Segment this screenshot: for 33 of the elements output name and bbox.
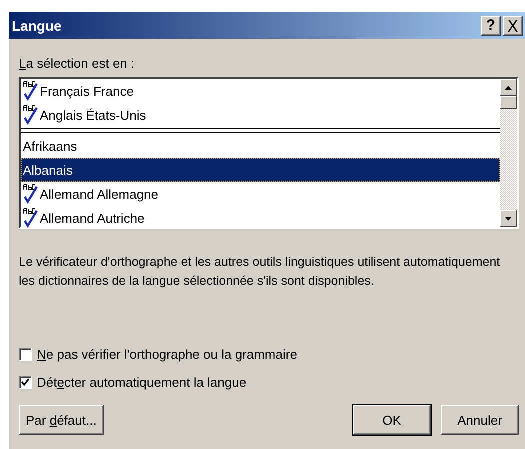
close-button[interactable]: X [503, 16, 523, 36]
language-name: Français France [40, 84, 134, 98]
language-option[interactable]: Français France [21, 79, 500, 103]
language-name: Anglais États-Unis [40, 108, 146, 122]
scrollbar[interactable] [500, 79, 517, 227]
language-option[interactable]: Allemand Allemagne [21, 182, 500, 206]
language-name: Allemand Allemagne [40, 186, 159, 202]
spellcheck-icon [23, 208, 39, 228]
scroll-down-icon[interactable] [505, 216, 512, 220]
language-name: Albanais [23, 162, 73, 178]
checkbox-label: Détecter automatiquement la langue [37, 374, 247, 390]
language-option[interactable]: Allemand Autriche [21, 206, 500, 230]
help-button[interactable]: ? [481, 16, 501, 36]
spellcheck-icon [23, 105, 39, 125]
spellcheck-icon [23, 81, 39, 101]
ok-button[interactable]: OK [353, 405, 431, 435]
cancel-button[interactable]: Annuler [441, 405, 519, 435]
language-name: Allemand Autriche [40, 210, 145, 226]
window-title: Langue [12, 18, 63, 34]
defaults-button[interactable]: Par défaut... [19, 405, 104, 435]
language-option[interactable]: Afrikaans [21, 134, 500, 158]
checkbox-label: Ne pas vérifier l'orthographe ou la grammaire [37, 346, 298, 362]
checkbox[interactable] [19, 348, 32, 360]
language-name: Afrikaans [23, 138, 78, 154]
scroll-up-icon[interactable] [505, 86, 512, 90]
checkbox[interactable] [19, 376, 32, 388]
language-option[interactable]: Albanais [21, 158, 500, 182]
language-list[interactable]: Français France Anglais États-Unis Afrikaans Albanais Allemand Allemagne Allemand Autriche [19, 77, 519, 229]
scroll-thumb[interactable] [500, 96, 517, 109]
spellcheck-icon [23, 184, 39, 204]
selection-label: La sélection est en : [19, 56, 136, 71]
language-option[interactable]: Anglais États-Unis [21, 103, 500, 127]
description-text: Le vérificateur d'orthographe et les autres outils linguistiques utilisent automatiquement les dictionnaires de la langue sélectionnée s'ils sont disponibles. [19, 254, 502, 290]
